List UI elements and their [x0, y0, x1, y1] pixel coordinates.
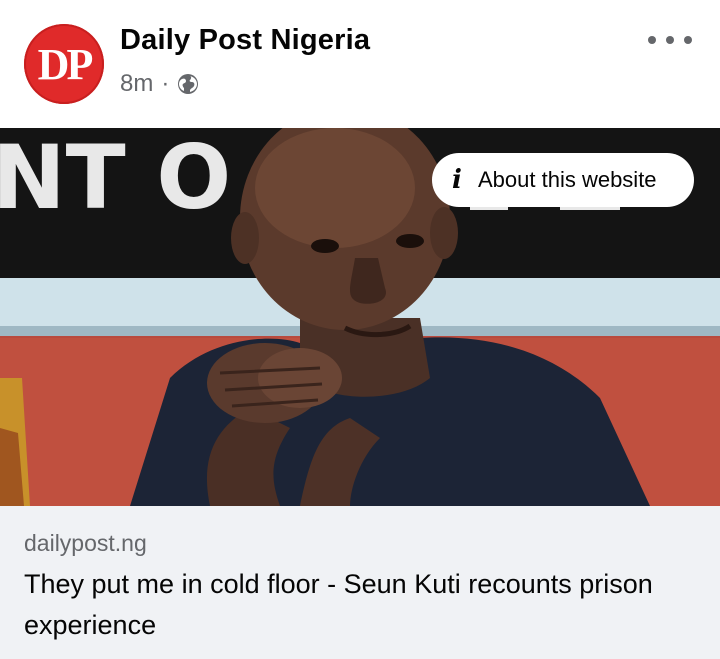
link-preview-card[interactable]: dailypost.ng They put me in cold floor -… — [0, 506, 720, 659]
globe-icon — [177, 73, 199, 95]
info-icon: i — [452, 165, 462, 195]
post-meta: 8m · — [120, 70, 199, 98]
feed-post: DP Daily Post Nigeria 8m · NT O i About … — [0, 0, 720, 659]
page-name-link[interactable]: Daily Post Nigeria — [120, 24, 370, 57]
link-domain: dailypost.ng — [24, 530, 147, 556]
page-avatar[interactable]: DP — [24, 24, 104, 104]
banner-text: NT O — [0, 128, 231, 229]
more-dots-icon — [648, 36, 656, 44]
dp-logo: DP — [37, 40, 94, 89]
post-timestamp[interactable]: 8m — [120, 70, 153, 98]
link-headline: They put me in cold floor - Seun Kuti re… — [24, 569, 653, 640]
more-options-button[interactable] — [648, 22, 692, 58]
about-this-website-button[interactable]: i About this website — [432, 153, 694, 207]
about-website-label: About this website — [478, 167, 657, 192]
more-dots-icon — [684, 36, 692, 44]
more-dots-icon — [666, 36, 674, 44]
post-header: DP Daily Post Nigeria 8m · — [0, 0, 720, 128]
meta-separator: · — [161, 70, 170, 97]
